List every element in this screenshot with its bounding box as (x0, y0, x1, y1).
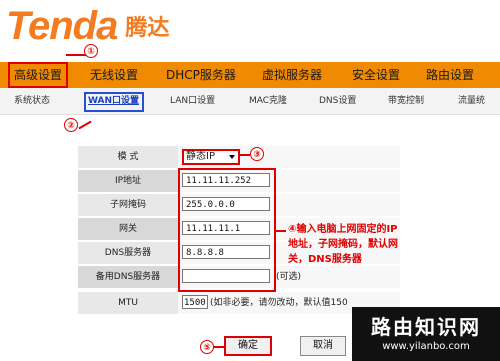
tenda-logo: Tenda 腾达 (6, 4, 169, 48)
annotation-arrow-1 (66, 54, 86, 56)
mtu-label: MTU (78, 292, 178, 314)
subnav-mac-clone[interactable]: MAC克隆 (249, 88, 287, 114)
subnav-traffic-stats[interactable]: 流量统 (458, 88, 485, 114)
annotation-arrow-2 (78, 120, 92, 130)
nav-virtual-server[interactable]: 虚拟服务器 (262, 62, 322, 88)
subnav-bandwidth-control[interactable]: 带宽控制 (388, 88, 424, 114)
nav-advanced-settings[interactable]: 高级设置 (8, 62, 69, 88)
logo-text-cn: 腾达 (125, 16, 170, 41)
row-mode: 模 式 静态IP (78, 146, 400, 168)
annotation-arrow-4 (276, 230, 286, 232)
mode-label: 模 式 (78, 146, 178, 168)
mode-select[interactable]: 静态IP (182, 149, 240, 165)
subnav-dns-settings[interactable]: DNS设置 (319, 88, 356, 114)
mode-select-value: 静态IP (186, 151, 215, 162)
gateway-label: 网关 (78, 218, 178, 240)
watermark-url: www.yilanbo.com (382, 341, 470, 352)
nav-routing-settings[interactable]: 路由设置 (426, 62, 474, 88)
dns2-hint: (可选) (276, 272, 302, 282)
wan-highlight-box (84, 92, 144, 112)
mtu-input[interactable]: 1500 (182, 295, 208, 309)
dns-label: DNS服务器 (78, 242, 178, 264)
header: Tenda 腾达 (0, 0, 500, 62)
watermark: 路由知识网 www.yilanbo.com (352, 307, 500, 361)
nav-security-settings[interactable]: 安全设置 (352, 62, 400, 88)
ip-label: IP地址 (78, 170, 178, 192)
annotation-step-1: ① (84, 44, 98, 58)
ip-fields-highlight-box (178, 168, 276, 292)
logo-text: Tenda (6, 4, 118, 48)
dropdown-caret-icon (229, 155, 235, 159)
dns2-label: 备用DNS服务器 (78, 266, 178, 288)
mask-label: 子网掩码 (78, 194, 178, 216)
subnav-system-status[interactable]: 系统状态 (14, 88, 50, 114)
annotation-arrow-3 (238, 154, 250, 156)
annotation-note: ④输入电脑上网固定的IP地址，子网掩码，默认网关，DNS服务器 (288, 224, 398, 265)
cancel-button[interactable]: 取消 (300, 336, 346, 356)
nav-wireless-settings[interactable]: 无线设置 (90, 62, 138, 88)
annotation-step-5: ⑤ (200, 340, 214, 354)
sub-nav: 系统状态 WAN口设置 LAN口设置 MAC克隆 DNS设置 带宽控制 流量统 (0, 88, 500, 115)
ok-button[interactable]: 确定 (224, 336, 272, 356)
annotation-step-2: ② (64, 118, 78, 132)
annotation-arrow-5 (214, 346, 224, 348)
watermark-title: 路由知识网 (371, 315, 481, 339)
nav-dhcp-server[interactable]: DHCP服务器 (166, 62, 236, 88)
annotation-step-3: ③ (250, 147, 264, 161)
main-nav: 高级设置 无线设置 DHCP服务器 虚拟服务器 安全设置 路由设置 (0, 62, 500, 88)
subnav-lan-settings[interactable]: LAN口设置 (170, 88, 215, 114)
mtu-hint: (如非必要，请勿改动，默认值150 (210, 298, 348, 308)
